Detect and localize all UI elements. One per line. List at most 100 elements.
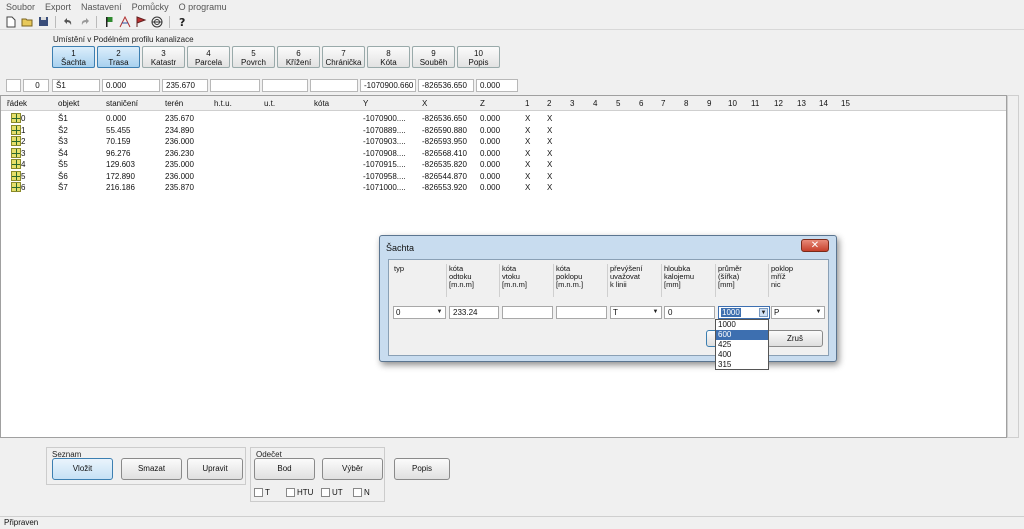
new-file-icon[interactable]	[4, 15, 18, 29]
edit-field-objekt[interactable]: Š1	[52, 79, 100, 92]
header-kota[interactable]: kóta	[314, 99, 329, 108]
bod-button[interactable]: Bod	[254, 458, 315, 480]
chevron-down-icon[interactable]: ▼	[814, 308, 823, 317]
vlozit-button[interactable]: Vložit	[52, 458, 113, 480]
dropdown-option[interactable]: 425	[716, 340, 768, 350]
hloubka-field[interactable]: 0	[664, 306, 715, 319]
header-teren[interactable]: terén	[165, 99, 183, 108]
tab-soubeh[interactable]: 9 Souběh	[412, 46, 455, 68]
header-z[interactable]: Z	[480, 99, 485, 108]
edit-field-htu[interactable]	[210, 79, 260, 92]
header-col-3[interactable]: 3	[570, 99, 574, 108]
checkbox-t[interactable]: T	[254, 488, 270, 497]
header-col-10[interactable]: 10	[728, 99, 737, 108]
popis-button[interactable]: Popis	[394, 458, 450, 480]
vertical-scrollbar[interactable]	[1007, 95, 1019, 438]
edit-field-y[interactable]: -1070900.660	[360, 79, 416, 92]
header-col-15[interactable]: 15	[841, 99, 850, 108]
tab-krizeni[interactable]: 6 Křížení	[277, 46, 320, 68]
header-col-7[interactable]: 7	[661, 99, 665, 108]
table-row[interactable]: 6 Š7 216.186 235.870 -1071000.... -826553.920…	[1, 182, 1006, 193]
header-col-13[interactable]: 13	[797, 99, 806, 108]
edit-field-teren[interactable]: 235.670	[162, 79, 208, 92]
upravit-button[interactable]: Upravit	[187, 458, 243, 480]
chevron-down-icon[interactable]: ▼	[759, 308, 768, 317]
header-y[interactable]: Y	[363, 99, 368, 108]
prevyseni-select[interactable]: T ▼	[610, 306, 662, 319]
prumer-select[interactable]: 1000 ▼	[718, 306, 770, 319]
cancel-button[interactable]: Zruš	[767, 330, 823, 347]
header-col-4[interactable]: 4	[593, 99, 597, 108]
table-row[interactable]: 3 Š4 96.276 236.230 -1070908.... -826568.410 0…	[1, 147, 1006, 159]
header-col-2[interactable]: 2	[547, 99, 551, 108]
close-icon[interactable]: ✕	[801, 239, 829, 252]
edit-field-x[interactable]: -826536.650	[418, 79, 474, 92]
edit-field-empty[interactable]	[6, 79, 21, 92]
dropdown-option[interactable]: 600	[716, 330, 768, 340]
header-col-6[interactable]: 6	[639, 99, 643, 108]
menu-export[interactable]: Export	[45, 2, 71, 12]
checkbox-n[interactable]: N	[353, 488, 370, 497]
header-col-9[interactable]: 9	[707, 99, 711, 108]
smazat-button[interactable]: Smazat	[121, 458, 182, 480]
flag-icon[interactable]	[134, 15, 148, 29]
undo-icon[interactable]	[61, 15, 75, 29]
edit-field-radek[interactable]: 0	[23, 79, 49, 92]
header-htu[interactable]: h.t.u.	[214, 99, 232, 108]
open-folder-icon[interactable]	[20, 15, 34, 29]
table-row[interactable]: 2 Š3 70.159 236.000 -1070903.... -826593.950 0…	[1, 136, 1006, 147]
poklop-select[interactable]: P ▼	[771, 306, 825, 319]
dropdown-option[interactable]: 315	[716, 360, 768, 370]
save-icon[interactable]	[36, 15, 50, 29]
header-col-1[interactable]: 1	[525, 99, 529, 108]
tab-katastr[interactable]: 3 Katastr	[142, 46, 185, 68]
menu-nastaveni[interactable]: Nastavení	[81, 2, 122, 12]
header-col-8[interactable]: 8	[684, 99, 688, 108]
edit-field-z[interactable]: 0.000	[476, 79, 518, 92]
header-x[interactable]: X	[422, 99, 427, 108]
vyber-button[interactable]: Výběr	[322, 458, 383, 480]
header-col-11[interactable]: 11	[751, 99, 759, 108]
table-row[interactable]: 4 Š5 129.603 235.000 -1070915.... -826535.820…	[1, 159, 1006, 170]
tab-popis[interactable]: 10 Popis	[457, 46, 500, 68]
kota-odtoku-field[interactable]: 233.24	[449, 306, 499, 319]
chevron-down-icon[interactable]: ▼	[435, 308, 444, 317]
redo-icon[interactable]	[77, 15, 91, 29]
table-row[interactable]: 0 Š1 0.000 235.670 -1070900.... -826536.650 0.…	[1, 113, 1006, 124]
measure-icon[interactable]	[118, 15, 132, 29]
checkbox-box[interactable]	[353, 488, 362, 497]
dropdown-option[interactable]: 400	[716, 350, 768, 360]
edit-field-ut[interactable]	[262, 79, 308, 92]
tab-trasa[interactable]: 2 Trasa	[97, 46, 140, 68]
flag-p-icon[interactable]	[102, 15, 116, 29]
table-row[interactable]: 1 Š2 55.455 234.890 -1070889.... -826590.880 0…	[1, 124, 1006, 136]
header-col-5[interactable]: 5	[616, 99, 620, 108]
tab-parcela[interactable]: 4 Parcela	[187, 46, 230, 68]
header-radek[interactable]: řádek	[7, 99, 27, 108]
checkbox-box[interactable]	[286, 488, 295, 497]
checkbox-ut[interactable]: UT	[321, 488, 343, 497]
edit-field-kota[interactable]	[310, 79, 358, 92]
target-icon[interactable]	[150, 15, 164, 29]
edit-field-staniceni[interactable]: 0.000	[102, 79, 160, 92]
header-ut[interactable]: u.t.	[264, 99, 275, 108]
kota-vtoku-field[interactable]	[502, 306, 553, 319]
dropdown-option[interactable]: 1000	[716, 320, 768, 330]
tab-povrch[interactable]: 5 Povrch	[232, 46, 275, 68]
typ-select[interactable]: 0 ▼	[393, 306, 446, 319]
header-objekt[interactable]: objekt	[58, 99, 79, 108]
kota-poklopu-field[interactable]	[556, 306, 607, 319]
checkbox-box[interactable]	[321, 488, 330, 497]
checkbox-htu[interactable]: HTU	[286, 488, 313, 497]
menu-o-programu[interactable]: O programu	[179, 2, 227, 12]
tab-chranicka[interactable]: 7 Chránička	[322, 46, 365, 68]
header-col-12[interactable]: 12	[774, 99, 783, 108]
checkbox-box[interactable]	[254, 488, 263, 497]
menu-soubor[interactable]: Soubor	[6, 2, 35, 12]
menu-pomucky[interactable]: Pomůcky	[132, 2, 169, 12]
tab-sachta[interactable]: 1 Šachta	[52, 46, 95, 68]
header-col-14[interactable]: 14	[819, 99, 828, 108]
chevron-down-icon[interactable]: ▼	[651, 308, 660, 317]
help-icon[interactable]: ?	[175, 15, 189, 29]
tab-kota[interactable]: 8 Kóta	[367, 46, 410, 68]
